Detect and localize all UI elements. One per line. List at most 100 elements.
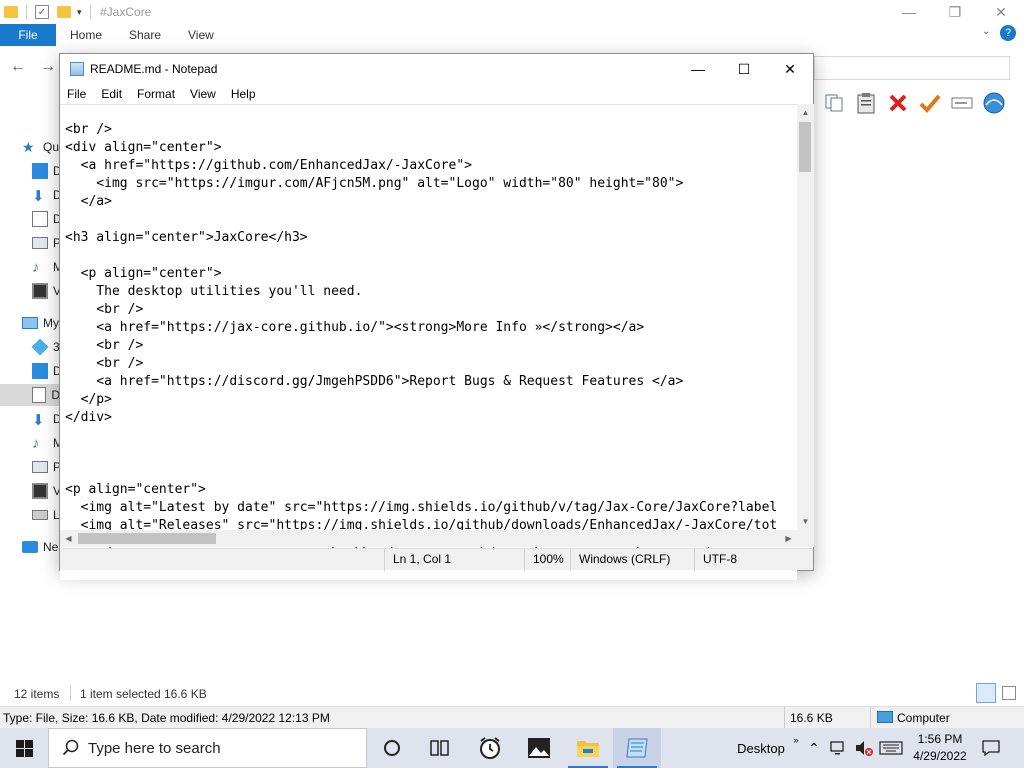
nav-item-documents-2[interactable]: D	[0, 384, 60, 406]
scroll-down-arrow-icon[interactable]: ▼	[797, 513, 814, 530]
local-disk-icon	[32, 510, 48, 520]
desktop-folder-icon	[32, 363, 48, 379]
alarm-clock-icon	[480, 737, 500, 759]
documents-icon	[32, 211, 48, 227]
notepad-status-bar: Ln 1, Col 1 100% Windows (CRLF) UTF-8	[60, 548, 813, 571]
checkmark-icon[interactable]	[918, 90, 942, 116]
windows-logo-icon	[15, 739, 33, 757]
documents-icon	[32, 387, 47, 403]
network-icon	[22, 541, 38, 553]
computer-icon	[877, 711, 893, 723]
cursor-position: Ln 1, Col 1	[384, 549, 524, 571]
back-arrow-icon[interactable]: ←	[10, 58, 26, 76]
scroll-left-arrow-icon[interactable]: ◀	[60, 530, 77, 547]
videos-icon	[32, 283, 48, 299]
navigation-pane: ★ Qu D ⬇ D D P ♪ M V My 3 D D ⬇ D ♪ M P …	[0, 130, 63, 570]
cortana-button[interactable]	[368, 728, 416, 768]
notepad-maximize-button[interactable]: ☐	[721, 54, 767, 84]
details-view-icon[interactable]	[976, 683, 996, 703]
new-folder-icon[interactable]	[57, 6, 71, 18]
notepad-menu-bar: File Edit Format View Help	[60, 84, 813, 104]
menu-format[interactable]: Format	[137, 87, 175, 101]
forward-arrow-icon[interactable]: →	[40, 58, 56, 76]
taskbar: Type here to search Desktop » ⌃ 1:56 PM …	[0, 728, 1024, 768]
pictures-icon	[32, 461, 48, 473]
clock-date: 4/29/2022	[913, 749, 967, 763]
view-mode-buttons	[976, 683, 1016, 703]
copy-icon[interactable]	[822, 90, 846, 116]
scroll-up-arrow-icon[interactable]: ▲	[797, 104, 814, 121]
keyboard-input-icon[interactable]	[878, 728, 904, 768]
taskbar-app-alarms[interactable]	[466, 728, 514, 768]
notification-center-icon[interactable]	[978, 728, 1004, 768]
delete-x-icon[interactable]	[886, 90, 910, 116]
explorer-close-button[interactable]: ✕	[978, 0, 1024, 24]
vertical-scroll-thumb[interactable]	[799, 122, 811, 172]
desktop-folder-icon	[32, 163, 48, 179]
network-tray-icon[interactable]	[830, 728, 848, 768]
search-icon	[62, 739, 79, 756]
ribbon-tabs: File Home Share View ⌄ ?	[0, 24, 1024, 46]
notepad-titlebar[interactable]: README.md - Notepad — ☐ ✕	[60, 54, 813, 84]
items-count: 12 items	[14, 687, 60, 701]
taskbar-search-box[interactable]: Type here to search	[48, 728, 367, 768]
scrollbar-corner	[797, 530, 814, 547]
explorer-status-bar: 12 items 1 item selected 16.6 KB	[0, 684, 1024, 704]
line-endings: Windows (CRLF)	[570, 549, 694, 571]
properties-checkmark-icon[interactable]: ✓	[35, 5, 49, 19]
notepad-icon	[626, 738, 648, 758]
menu-edit[interactable]: Edit	[101, 87, 122, 101]
nav-item-label: Ne	[43, 540, 59, 554]
folder-icon[interactable]	[4, 6, 18, 18]
task-view-button[interactable]	[416, 728, 464, 768]
volume-muted-icon[interactable]	[854, 728, 874, 768]
help-icon[interactable]: ?	[1000, 25, 1016, 41]
photos-icon	[528, 738, 550, 758]
horizontal-scroll-thumb[interactable]	[78, 533, 216, 544]
shell-icon[interactable]	[982, 90, 1006, 116]
rename-icon[interactable]	[950, 90, 974, 116]
taskbar-app-photos[interactable]	[515, 728, 563, 768]
explorer-minimize-button[interactable]: —	[886, 0, 932, 24]
toolbar-expand-icon[interactable]: »	[789, 720, 803, 760]
notepad-app-icon	[70, 62, 84, 76]
notepad-minimize-button[interactable]: —	[675, 54, 721, 84]
videos-icon	[32, 483, 48, 499]
menu-view[interactable]: View	[190, 87, 216, 101]
paste-clipboard-icon[interactable]	[854, 90, 878, 116]
taskbar-clock[interactable]: 1:56 PM 4/29/2022	[906, 731, 974, 765]
location-text: Computer	[897, 711, 950, 725]
ribbon-tab-home[interactable]: Home	[70, 24, 102, 46]
quick-access-toolbar: ✓ ▾	[4, 3, 91, 21]
desktop-toolbar-label[interactable]: Desktop	[735, 728, 787, 768]
horizontal-scrollbar[interactable]: ◀ ▶	[60, 530, 797, 547]
taskbar-app-file-explorer[interactable]	[564, 728, 612, 768]
scroll-right-arrow-icon[interactable]: ▶	[780, 530, 797, 547]
music-note-icon: ♪	[32, 259, 40, 276]
vertical-scrollbar[interactable]: ▲ ▼	[797, 104, 814, 530]
downloads-arrow-icon: ⬇	[32, 412, 45, 429]
ribbon-tab-view[interactable]: View	[188, 24, 214, 46]
customize-dropdown-icon[interactable]: ▾	[77, 7, 82, 18]
custom-toolbar	[822, 90, 1006, 116]
start-button[interactable]	[0, 728, 48, 768]
zoom-level: 100%	[524, 549, 570, 571]
ribbon-expand-chevron-icon[interactable]: ⌄	[982, 26, 990, 37]
explorer-maximize-button[interactable]: ❐	[932, 0, 978, 24]
ribbon-tab-share[interactable]: Share	[129, 24, 161, 46]
taskbar-app-notepad[interactable]	[613, 728, 661, 768]
menu-help[interactable]: Help	[231, 87, 256, 101]
ribbon-tab-file[interactable]: File	[0, 24, 56, 46]
selected-count: 1 item selected	[80, 687, 161, 701]
details-info-bar: Type: File, Size: 16.6 KB, Date modified…	[0, 706, 1024, 728]
menu-file[interactable]: File	[67, 87, 86, 101]
downloads-arrow-icon: ⬇	[32, 188, 45, 205]
search-box[interactable]	[814, 56, 1010, 80]
quick-access-star-icon: ★	[22, 139, 35, 155]
show-hidden-icons-chevron-icon[interactable]: ⌃	[806, 728, 822, 768]
nav-item-label: Qu	[43, 140, 60, 154]
notepad-close-button[interactable]: ✕	[767, 54, 813, 84]
notepad-text-area[interactable]: <br /> <div align="center"> <a href="htt…	[60, 104, 797, 580]
3d-objects-icon	[31, 338, 49, 356]
large-icons-view-icon[interactable]	[1002, 686, 1016, 700]
